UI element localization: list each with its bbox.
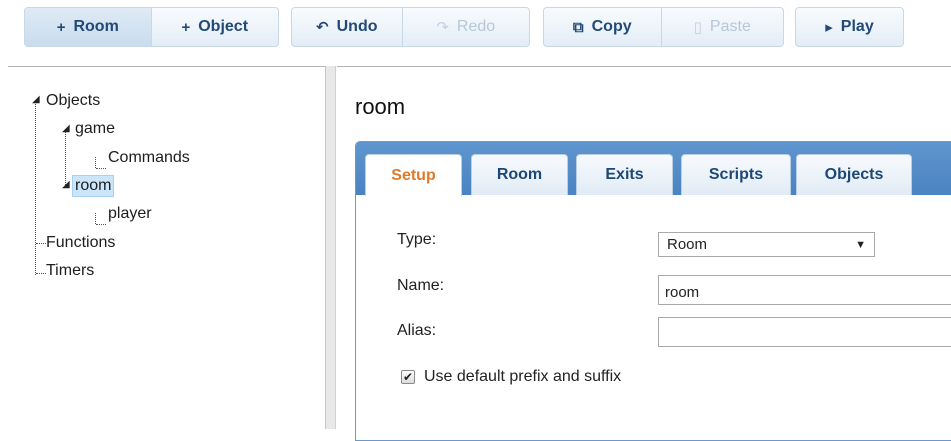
add-room-label: Room (73, 18, 119, 35)
redo-button[interactable]: ↷ Redo (401, 8, 529, 46)
play-button-group: ▸ Play (795, 7, 904, 47)
add-object-button[interactable]: + Object (150, 8, 279, 46)
tab-exits[interactable]: Exits (576, 154, 673, 195)
type-label: Type: (397, 231, 437, 248)
play-button[interactable]: ▸ Play (796, 8, 903, 46)
tree-connector (96, 168, 106, 169)
tree-item-commands[interactable]: Commands (108, 148, 190, 168)
alias-field[interactable] (658, 317, 951, 347)
expand-toggle-icon[interactable]: ◢ (62, 124, 70, 134)
tree-item-game[interactable]: game (75, 119, 115, 139)
chevron-down-icon: ▼ (855, 238, 866, 251)
tab-room[interactable]: Room (471, 154, 568, 195)
copy-label: Copy (591, 18, 632, 35)
tree-connector (95, 213, 96, 224)
play-icon: ▸ (825, 19, 833, 36)
pane-splitter[interactable] (326, 66, 336, 429)
tab-setup[interactable]: Setup (365, 154, 462, 196)
tree-item-objects[interactable]: Objects (46, 91, 100, 111)
prefix-checkbox[interactable]: ✔ (401, 370, 415, 384)
history-button-group: ↶ Undo ↷ Redo (291, 7, 530, 47)
editor-pane: room Setup Room Exits Scripts Objects Ty… (337, 66, 951, 441)
paste-icon: ▯ (693, 19, 702, 36)
undo-label: Undo (336, 18, 378, 35)
play-label: Play (840, 18, 874, 35)
redo-icon: ↷ (436, 19, 449, 36)
type-select-value: Room (667, 236, 708, 253)
name-label: Name: (397, 277, 445, 294)
clipboard-button-group: ⧉ Copy ▯ Paste (543, 7, 784, 47)
expand-toggle-icon[interactable]: ◢ (32, 95, 40, 105)
tab-strip: Setup Room Exits Scripts Objects (356, 142, 951, 196)
add-room-button[interactable]: + Room (25, 8, 151, 46)
tree-connector (36, 243, 46, 244)
alias-label: Alias: (397, 322, 437, 339)
tab-scripts[interactable]: Scripts (681, 154, 791, 195)
tree-connector (96, 224, 106, 225)
plus-icon: + (56, 18, 66, 36)
expand-toggle-icon[interactable]: ◢ (62, 180, 70, 190)
name-field[interactable]: room (658, 275, 951, 305)
tree-connector (36, 273, 46, 274)
paste-label: Paste (709, 18, 751, 35)
object-tree-pane: ◢ ◢ ◢ Objects game Commands room player … (8, 66, 326, 429)
tree-item-player[interactable]: player (108, 204, 152, 224)
redo-label: Redo (456, 18, 496, 35)
add-object-label: Object (198, 18, 249, 35)
copy-button[interactable]: ⧉ Copy (544, 8, 661, 46)
copy-icon: ⧉ (572, 18, 584, 36)
paste-button[interactable]: ▯ Paste (660, 8, 783, 46)
undo-icon: ↶ (316, 19, 329, 36)
tab-objects[interactable]: Objects (796, 154, 912, 195)
add-button-group: + Room + Object (24, 7, 279, 47)
tree-item-room[interactable]: room (72, 175, 115, 197)
plus-icon: + (181, 18, 191, 36)
page-title: room (355, 94, 406, 119)
tree-item-functions[interactable]: Functions (46, 233, 115, 253)
tree-connector (65, 129, 66, 185)
toolbar: + Room + Object ↶ Undo ↷ Redo ⧉ Copy ▯ P… (0, 0, 951, 62)
tree-connector (95, 157, 96, 168)
tree-connector (35, 101, 36, 275)
tree-item-timers[interactable]: Timers (46, 261, 94, 281)
prefix-checkbox-label: Use default prefix and suffix (424, 368, 622, 385)
editor-tab-panel: Setup Room Exits Scripts Objects Type: R… (355, 141, 951, 441)
type-select[interactable]: Room ▼ (658, 232, 875, 257)
undo-button[interactable]: ↶ Undo (292, 8, 402, 46)
